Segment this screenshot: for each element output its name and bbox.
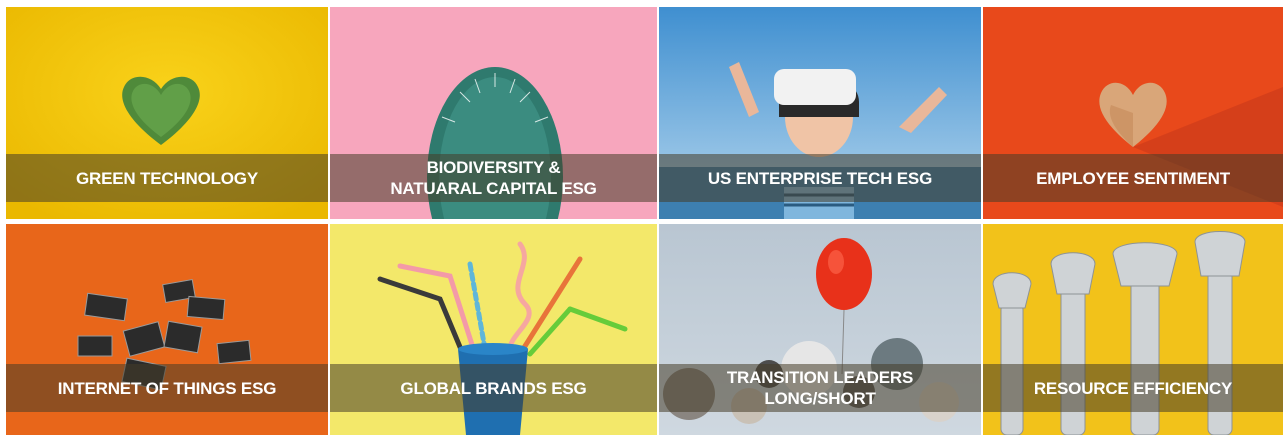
esg-theme-grid: GREEN TECHNOLOGY BIODIVERSITY & NATUARAL… <box>6 7 1283 435</box>
tile-caption-band: US ENTERPRISE TECH ESG <box>659 154 981 202</box>
tile-label: GLOBAL BRANDS ESG <box>400 378 587 398</box>
tile-global-brands[interactable]: GLOBAL BRANDS ESG <box>330 224 657 435</box>
tile-biodiversity[interactable]: BIODIVERSITY & NATUARAL CAPITAL ESG <box>330 7 657 219</box>
tile-caption-band: TRANSITION LEADERS LONG/SHORT <box>659 364 981 412</box>
tile-internet-of-things[interactable]: INTERNET OF THINGS ESG <box>6 224 328 435</box>
tile-employee-sentiment[interactable]: EMPLOYEE SENTIMENT <box>983 7 1283 219</box>
tile-label: US ENTERPRISE TECH ESG <box>707 168 933 188</box>
tile-label: BIODIVERSITY & NATUARAL CAPITAL ESG <box>390 158 597 198</box>
tile-caption-band: GREEN TECHNOLOGY <box>6 154 328 202</box>
tile-green-technology[interactable]: GREEN TECHNOLOGY <box>6 7 328 219</box>
tile-transition-leaders[interactable]: TRANSITION LEADERS LONG/SHORT <box>659 224 981 435</box>
tile-resource-efficiency[interactable]: RESOURCE EFFICIENCY <box>983 224 1283 435</box>
tile-caption-band: EMPLOYEE SENTIMENT <box>983 154 1283 202</box>
tile-label: GREEN TECHNOLOGY <box>76 168 258 188</box>
tile-caption-band: INTERNET OF THINGS ESG <box>6 364 328 412</box>
tile-label: RESOURCE EFFICIENCY <box>1033 378 1233 398</box>
tile-label: INTERNET OF THINGS ESG <box>57 378 277 398</box>
tile-us-enterprise-tech[interactable]: US ENTERPRISE TECH ESG <box>659 7 981 219</box>
tile-label: EMPLOYEE SENTIMENT <box>1036 168 1230 188</box>
tile-label: TRANSITION LEADERS LONG/SHORT <box>726 368 914 408</box>
tile-caption-band: RESOURCE EFFICIENCY <box>983 364 1283 412</box>
tile-caption-band: GLOBAL BRANDS ESG <box>330 364 657 412</box>
tile-caption-band: BIODIVERSITY & NATUARAL CAPITAL ESG <box>330 154 657 202</box>
